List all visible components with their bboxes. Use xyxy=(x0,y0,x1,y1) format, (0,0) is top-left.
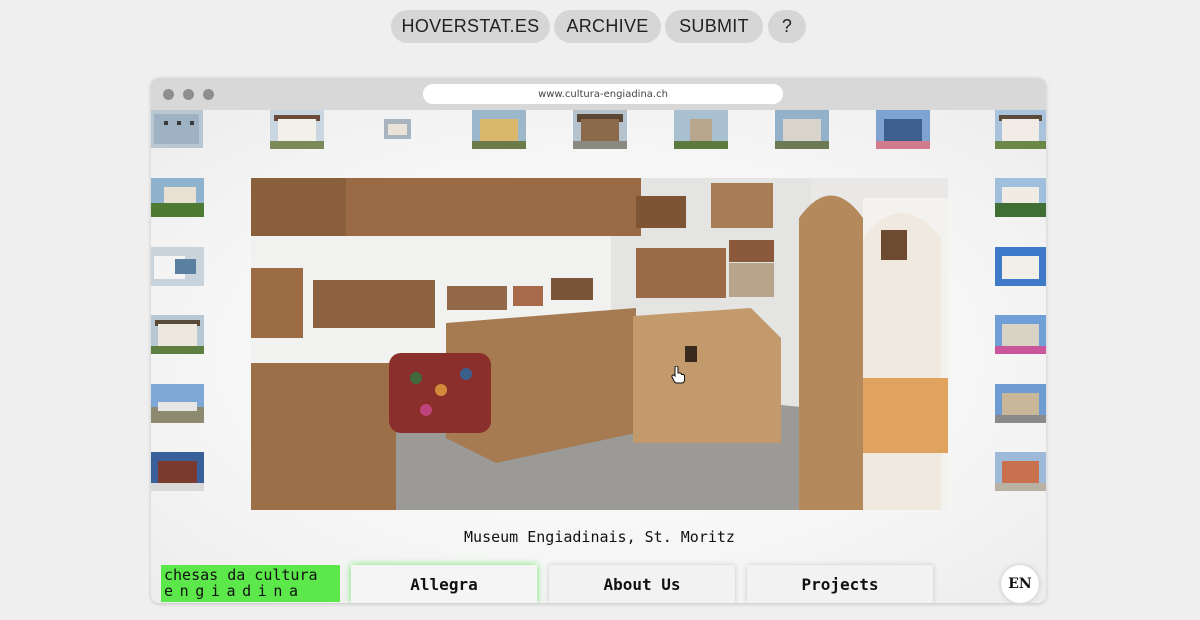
site-logo[interactable]: chesas da cultura engiadina xyxy=(161,565,340,602)
browser-chrome: www.cultura-engiadina.ch xyxy=(151,78,1046,110)
hand-cursor-icon xyxy=(671,366,685,384)
nav-about-us-button[interactable]: About Us xyxy=(549,565,735,603)
browser-window: www.cultura-engiadina.ch Museum Engiadin… xyxy=(151,78,1046,603)
house-thumbnail[interactable] xyxy=(151,178,204,217)
house-thumbnail[interactable] xyxy=(472,110,526,149)
house-thumbnail[interactable] xyxy=(151,384,204,423)
house-thumbnail[interactable] xyxy=(995,247,1046,286)
house-thumbnail[interactable] xyxy=(995,178,1046,217)
nav-projects-button[interactable]: Projects xyxy=(747,565,933,603)
language-toggle[interactable]: EN xyxy=(1001,565,1039,603)
hero-photo[interactable] xyxy=(251,178,948,510)
window-maximize-dot[interactable] xyxy=(203,89,214,100)
house-thumbnail[interactable] xyxy=(674,110,728,149)
submit-button[interactable]: SUBMIT xyxy=(665,10,763,43)
site-viewport: Museum Engiadinais, St. Moritz chesas da… xyxy=(151,110,1046,603)
house-thumbnail[interactable] xyxy=(151,247,204,286)
house-thumbnail[interactable] xyxy=(995,452,1046,491)
house-thumbnail[interactable] xyxy=(995,384,1046,423)
window-minimize-dot[interactable] xyxy=(183,89,194,100)
window-close-dot[interactable] xyxy=(163,89,174,100)
help-button[interactable]: ? xyxy=(768,10,806,43)
house-thumbnail[interactable] xyxy=(876,110,930,149)
photo-caption: Museum Engiadinais, St. Moritz xyxy=(464,528,735,546)
house-thumbnail[interactable] xyxy=(270,110,324,149)
archive-button[interactable]: ARCHIVE xyxy=(554,10,661,43)
url-bar[interactable]: www.cultura-engiadina.ch xyxy=(423,84,783,104)
logo-line-2: engiadina xyxy=(164,582,305,600)
house-thumbnail[interactable] xyxy=(995,110,1046,149)
house-thumbnail[interactable] xyxy=(151,452,204,491)
museum-interior-illustration xyxy=(251,178,948,510)
hoverstates-nav: HOVERSTAT.ES ARCHIVE SUBMIT ? xyxy=(0,10,1200,44)
house-thumbnail[interactable] xyxy=(573,110,627,149)
house-thumbnail[interactable] xyxy=(995,315,1046,354)
house-thumbnail[interactable] xyxy=(775,110,829,149)
house-thumbnail[interactable] xyxy=(151,110,203,148)
logo-line-1: chesas da cultura xyxy=(164,566,318,584)
nav-allegra-button[interactable]: Allegra xyxy=(351,565,537,603)
house-thumbnail[interactable] xyxy=(151,315,204,354)
house-thumbnail[interactable] xyxy=(384,119,411,139)
hoverstates-home-button[interactable]: HOVERSTAT.ES xyxy=(391,10,550,43)
